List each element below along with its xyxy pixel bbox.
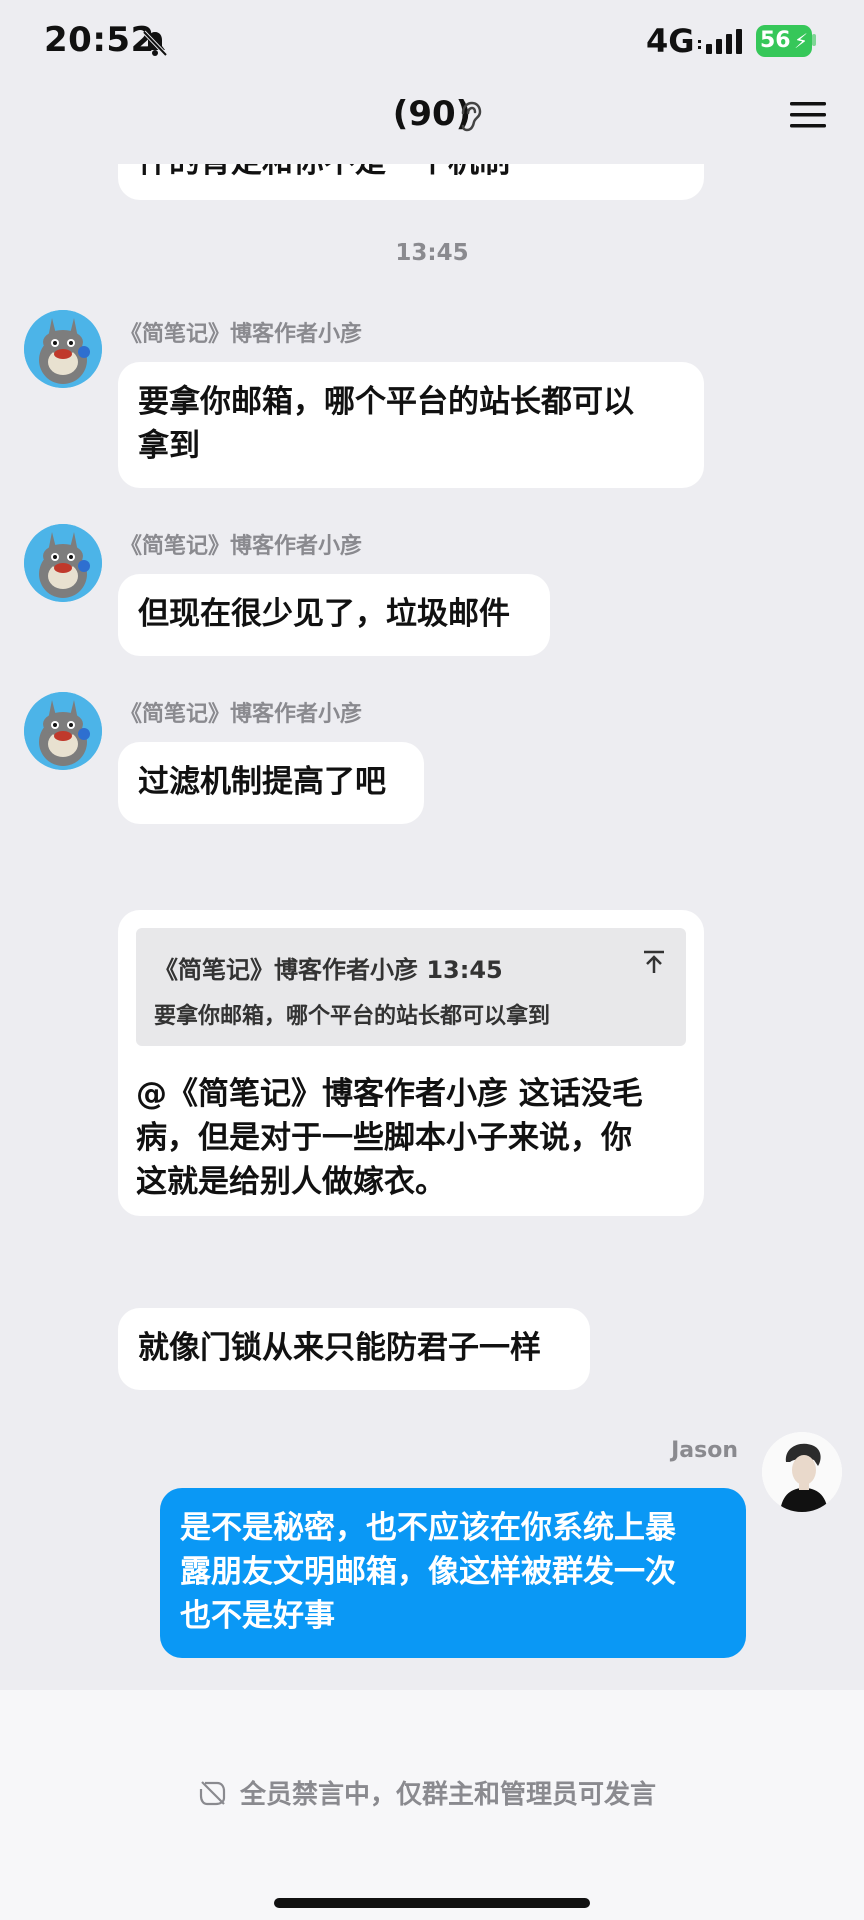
- status-time: 20:52: [44, 20, 155, 60]
- message-text-line: 也不是好事: [180, 1598, 335, 1634]
- battery-level: 56: [760, 28, 791, 53]
- bell-muted-icon: [142, 30, 168, 57]
- network-type: 4G: [646, 22, 695, 60]
- chat-header: (90): [0, 84, 864, 164]
- battery-indicator: 56 ⚡: [756, 25, 812, 57]
- sender-name: 《简笔记》博客作者小彦: [120, 702, 363, 727]
- quoted-text: 要拿你邮箱，哪个平台的站长都可以拿到: [154, 1004, 551, 1029]
- my-avatar[interactable]: [762, 1432, 842, 1512]
- my-name: Jason: [671, 1438, 738, 1463]
- reply-text-line: 病，但是对于一些脚本小子来说，你: [136, 1120, 632, 1156]
- message-text-line: 拿到: [138, 428, 200, 464]
- jump-to-quote-icon[interactable]: [640, 948, 668, 976]
- message-bubble[interactable]: 要拿你邮箱，哪个平台的站长都可以 拿到: [118, 362, 704, 488]
- mute-icon: [199, 1781, 226, 1806]
- message-text-line: 露朋友文明邮箱，像这样被群发一次: [180, 1554, 676, 1590]
- message-text-line: 是不是秘密，也不应该在你系统上暴: [180, 1510, 676, 1546]
- reply-message-bubble[interactable]: 《简笔记》博客作者小彦 13:45 要拿你邮箱，哪个平台的站长都可以拿到 @《简…: [118, 910, 704, 1216]
- avatar[interactable]: [24, 692, 102, 770]
- sender-name: 《简笔记》博客作者小彦: [120, 534, 363, 559]
- reply-text-line: 这就是给别人做嫁衣。: [136, 1164, 446, 1200]
- battery-cap: [812, 34, 816, 46]
- ear-icon: [461, 101, 482, 132]
- avatar[interactable]: [24, 524, 102, 602]
- sender-name: 《简笔记》博客作者小彦: [120, 322, 363, 347]
- my-message-bubble[interactable]: 是不是秘密，也不应该在你系统上暴 露朋友文明邮箱，像这样被群发一次 也不是好事: [160, 1488, 746, 1658]
- mute-notice: 全员禁言中，仅群主和管理员可发言: [240, 1780, 657, 1810]
- status-bar: 20:52 4G 56 ⚡: [0, 0, 864, 84]
- quoted-sender-time: 《简笔记》博客作者小彦 13:45: [154, 956, 503, 984]
- avatar[interactable]: [24, 310, 102, 388]
- message-text: 但现在很少见了，垃圾邮件: [138, 596, 510, 632]
- signal-strength-icon: [698, 29, 742, 54]
- message-text: 过滤机制提高了吧: [138, 764, 386, 800]
- message-bubble[interactable]: 就像门锁从来只能防君子一样: [118, 1308, 590, 1390]
- hamburger-menu-icon[interactable]: [788, 98, 828, 132]
- group-title[interactable]: (90): [0, 94, 864, 134]
- input-area-muted: 全员禁言中，仅群主和管理员可发言: [0, 1690, 864, 1920]
- message-text: 就像门锁从来只能防君子一样: [138, 1330, 541, 1366]
- totoro-avatar-icon: [24, 524, 102, 602]
- message-text: 件的肯定和你不是一个机制: [138, 164, 510, 180]
- reply-text-line: @《简笔记》博客作者小彦 这话没毛: [136, 1076, 643, 1112]
- reply-text: @《简笔记》博客作者小彦 这话没毛 病，但是对于一些脚本小子来说，你 这就是给别…: [136, 1072, 686, 1204]
- charging-bolt-icon: ⚡: [793, 29, 808, 53]
- home-indicator[interactable]: [274, 1898, 590, 1908]
- chat-message-list[interactable]: 件的肯定和你不是一个机制 13:45 《简笔记》博客作者小彦 要拿你邮箱，哪个平…: [0, 164, 864, 1690]
- quoted-message[interactable]: 《简笔记》博客作者小彦 13:45 要拿你邮箱，哪个平台的站长都可以拿到: [136, 928, 686, 1046]
- totoro-avatar-icon: [24, 692, 102, 770]
- totoro-avatar-icon: [24, 310, 102, 388]
- message-bubble-partial[interactable]: 件的肯定和你不是一个机制: [118, 164, 704, 200]
- message-bubble[interactable]: 但现在很少见了，垃圾邮件: [118, 574, 550, 656]
- message-text-line: 要拿你邮箱，哪个平台的站长都可以: [138, 384, 634, 420]
- message-bubble[interactable]: 过滤机制提高了吧: [118, 742, 424, 824]
- message-timestamp: 13:45: [395, 240, 469, 266]
- user-portrait-icon: [762, 1432, 842, 1512]
